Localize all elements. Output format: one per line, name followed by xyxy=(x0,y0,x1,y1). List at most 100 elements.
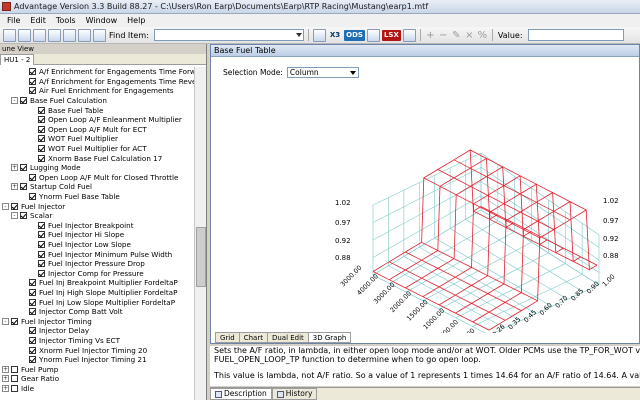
checkbox-icon[interactable] xyxy=(11,375,18,383)
checkbox-icon[interactable] xyxy=(38,240,45,248)
tree-item[interactable]: Fuel Inj Breakpoint Multiplier FordeltaP xyxy=(0,278,194,288)
save-as-icon[interactable] xyxy=(48,28,61,42)
checkbox-icon[interactable] xyxy=(29,298,36,306)
tree-item[interactable]: Air Fuel Enrichment for Engagements xyxy=(0,86,194,96)
checkbox-icon[interactable] xyxy=(11,317,18,325)
checkbox-icon[interactable] xyxy=(38,145,45,153)
compare-icon[interactable] xyxy=(78,28,91,42)
selection-mode-select[interactable]: Column xyxy=(286,67,359,78)
tree-item[interactable]: + Gear Ratio xyxy=(0,374,194,384)
lsx-badge[interactable]: LSX xyxy=(381,29,401,41)
add-icon[interactable]: + xyxy=(425,30,436,41)
open-folder-icon[interactable] xyxy=(18,28,31,42)
tree-item[interactable]: - Base Fuel Calculation xyxy=(0,96,194,106)
tree-item[interactable]: - Fuel Injector xyxy=(0,201,194,211)
checkbox-icon[interactable] xyxy=(20,212,27,220)
tree-item[interactable]: Fuel Inj Low Slope Multiplier FordeltaP xyxy=(0,297,194,307)
checkbox-icon[interactable] xyxy=(38,250,45,258)
tab-description[interactable]: Description xyxy=(210,388,272,400)
checkbox-icon[interactable] xyxy=(38,116,45,124)
value-input[interactable] xyxy=(527,29,624,41)
tree-item[interactable]: + Lugging Mode xyxy=(0,163,194,173)
tree-item[interactable]: Base Fuel Table xyxy=(0,105,194,115)
tree-item[interactable]: Xnorm Base Fuel Calculation 17 xyxy=(0,153,194,163)
pencil-icon[interactable]: ✎ xyxy=(451,30,462,41)
checkbox-icon[interactable] xyxy=(11,365,18,373)
menu-edit[interactable]: Edit xyxy=(25,16,51,25)
checkbox-icon[interactable] xyxy=(11,202,18,210)
checkbox-icon[interactable] xyxy=(38,221,45,229)
checkbox-icon[interactable] xyxy=(29,77,36,85)
checkbox-icon[interactable] xyxy=(29,279,36,287)
expand-icon[interactable]: + xyxy=(11,164,18,172)
print-icon[interactable] xyxy=(63,28,76,42)
tree-item[interactable]: Fuel Injector Pressure Drop xyxy=(0,259,194,269)
scrollbar-thumb[interactable] xyxy=(196,227,206,287)
tab-3d-graph[interactable]: 3D Graph xyxy=(307,332,352,343)
tree-item[interactable]: Open Loop A/F Enleanment Multiplier xyxy=(0,115,194,125)
save-icon[interactable] xyxy=(33,28,46,42)
checkbox-icon[interactable] xyxy=(38,106,45,114)
menu-help[interactable]: Help xyxy=(122,16,150,25)
checkbox-icon[interactable] xyxy=(38,231,45,239)
expand-icon[interactable]: + xyxy=(2,375,9,383)
subtract-icon[interactable]: − xyxy=(438,30,449,41)
checkbox-icon[interactable] xyxy=(29,346,36,354)
collapse-icon[interactable]: - xyxy=(2,317,9,325)
ods-badge[interactable]: ODS xyxy=(344,29,365,41)
tree-item[interactable]: + Idle xyxy=(0,384,194,394)
tree-item[interactable]: WOT Fuel Multiplier xyxy=(0,134,194,144)
tree-item[interactable]: Fuel Injector Low Slope xyxy=(0,240,194,250)
surface-3d-graph[interactable]: 1.02 1.02 0.97 0.97 0.92 0.92 0.88 0.88 3000.004… xyxy=(331,85,631,333)
checkbox-icon[interactable] xyxy=(29,288,36,296)
tree-item[interactable]: Fuel Injector Breakpoint xyxy=(0,221,194,231)
checkbox-icon[interactable] xyxy=(20,183,27,191)
menu-file[interactable]: File xyxy=(2,16,25,25)
tree-item[interactable]: Open Loop A/F Mult for ECT xyxy=(0,125,194,135)
percent-icon[interactable]: % xyxy=(477,30,488,41)
menu-window[interactable]: Window xyxy=(81,16,123,25)
tab-grid[interactable]: Grid xyxy=(215,332,240,343)
checkbox-icon[interactable] xyxy=(29,327,36,335)
checkbox-icon[interactable] xyxy=(29,68,36,76)
tab-chart[interactable]: Chart xyxy=(238,332,268,343)
collapse-icon[interactable]: - xyxy=(2,202,9,210)
tab-history[interactable]: History xyxy=(271,388,318,400)
find-icon[interactable] xyxy=(93,28,106,42)
tree-item[interactable]: + Fuel Pump xyxy=(0,364,194,374)
tab-tune-file[interactable]: HU1 - 2 xyxy=(0,54,35,65)
tree-scrollbar[interactable] xyxy=(194,67,206,400)
tree-item[interactable]: Injector Delay xyxy=(0,326,194,336)
new-file-icon[interactable] xyxy=(3,28,16,42)
tree-item[interactable]: Fuel Injector Minimum Pulse Width xyxy=(0,249,194,259)
tree-item[interactable]: - Fuel Injector Timing xyxy=(0,316,194,326)
cable-icon[interactable] xyxy=(366,28,380,42)
checkbox-icon[interactable] xyxy=(38,135,45,143)
checkbox-icon[interactable] xyxy=(20,164,27,172)
tree-item[interactable]: Ynorm Fuel Injector Timing 21 xyxy=(0,355,194,365)
tab-dual-edit[interactable]: Dual Edit xyxy=(266,332,309,343)
checkbox-icon[interactable] xyxy=(29,308,36,316)
tree-item[interactable]: Injector Timing Vs ECT xyxy=(0,336,194,346)
checkbox-icon[interactable] xyxy=(29,173,36,181)
checkbox-icon[interactable] xyxy=(20,97,27,105)
tree-item[interactable]: Open Loop A/F Mult for Closed Throttle xyxy=(0,173,194,183)
find-item-combo[interactable] xyxy=(153,29,304,41)
tree-item[interactable]: A/f Enrichment for Engagements Time Forw… xyxy=(0,67,194,77)
tree-item[interactable]: Injector Comp Batt Volt xyxy=(0,307,194,317)
tree-item[interactable]: Ynorm Fuel Base Table xyxy=(0,192,194,202)
expand-icon[interactable]: + xyxy=(2,384,9,392)
x3-badge[interactable]: X3 xyxy=(328,30,342,41)
tree-item[interactable]: Injector Comp for Pressure xyxy=(0,268,194,278)
collapse-icon[interactable]: - xyxy=(11,97,18,105)
tree-item[interactable]: A/f Enrichment for Engagements Time Reve… xyxy=(0,77,194,87)
checkbox-icon[interactable] xyxy=(38,260,45,268)
checkbox-icon[interactable] xyxy=(38,154,45,162)
chip-icon[interactable] xyxy=(312,28,326,42)
tree-item[interactable]: WOT Fuel Multiplier for ACT xyxy=(0,144,194,154)
multiply-icon[interactable]: × xyxy=(464,30,475,41)
checkbox-icon[interactable] xyxy=(38,125,45,133)
checkbox-icon[interactable] xyxy=(38,269,45,277)
expand-icon[interactable]: + xyxy=(11,183,18,191)
checkbox-icon[interactable] xyxy=(29,356,36,364)
